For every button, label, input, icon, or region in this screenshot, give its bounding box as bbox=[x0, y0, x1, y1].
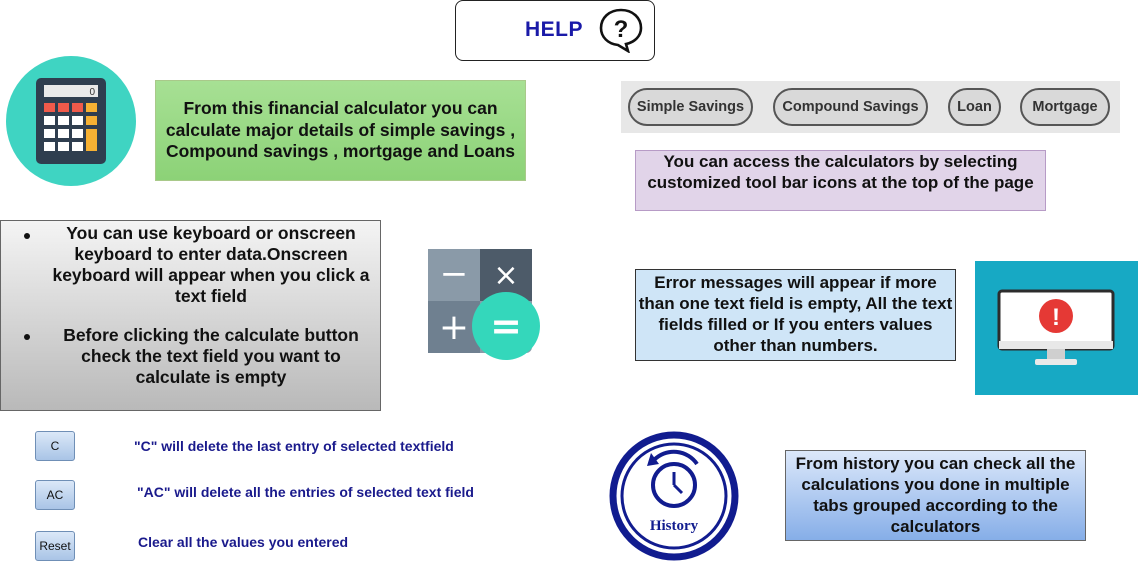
reset-description: Clear all the values you entered bbox=[138, 534, 349, 550]
toolbar-compound-savings-button[interactable]: Compound Savings bbox=[773, 88, 928, 126]
clear-entry-description: "C" will delete the last entry of select… bbox=[134, 438, 454, 454]
bullet-marker bbox=[24, 233, 30, 239]
calculator-icon: 0 bbox=[6, 56, 136, 186]
toolbar-mortgage-button[interactable]: Mortgage bbox=[1020, 88, 1110, 126]
toolbar-access-description: You can access the calculators by select… bbox=[635, 150, 1046, 211]
all-clear-description: "AC" will delete all the entries of sele… bbox=[137, 484, 474, 500]
intro-description: From this financial calculator you can c… bbox=[155, 80, 526, 181]
times-symbol: × bbox=[493, 258, 518, 293]
history-icon-label: History bbox=[650, 518, 699, 534]
history-info-box: From history you can check all the calcu… bbox=[785, 450, 1086, 541]
minus-symbol: − bbox=[440, 254, 469, 294]
monitor-alert-panel: ! bbox=[975, 261, 1138, 395]
plus-symbol: + bbox=[439, 307, 469, 348]
bullet-marker bbox=[24, 334, 30, 340]
calculator-display-value: 0 bbox=[89, 87, 95, 98]
clear-entry-button[interactable]: C bbox=[35, 431, 75, 461]
svg-text:?: ? bbox=[614, 16, 629, 43]
equals-symbol: = bbox=[490, 304, 522, 348]
keyboard-tip-text: You can use keyboard or onscreen keyboar… bbox=[52, 223, 370, 306]
question-bubble-icon: ? bbox=[599, 8, 643, 53]
toolbar-simple-savings-button[interactable]: Simple Savings bbox=[628, 88, 753, 126]
alert-exclamation: ! bbox=[1052, 304, 1060, 331]
calculate-tip-text: Before clicking the calculate button che… bbox=[63, 325, 359, 387]
page-title: HELP bbox=[525, 18, 584, 41]
all-clear-button[interactable]: AC bbox=[35, 480, 75, 510]
monitor-alert-icon: ! bbox=[997, 289, 1115, 365]
history-icon: History bbox=[609, 431, 739, 561]
error-info-box: Error messages will appear if more than … bbox=[635, 269, 956, 361]
math-operations-icon: − × + = bbox=[428, 249, 540, 360]
toolbar-loan-button[interactable]: Loan bbox=[948, 88, 1001, 126]
keyboard-info-box: You can use keyboard or onscreen keyboar… bbox=[0, 220, 381, 411]
reset-button[interactable]: Reset bbox=[35, 531, 75, 561]
